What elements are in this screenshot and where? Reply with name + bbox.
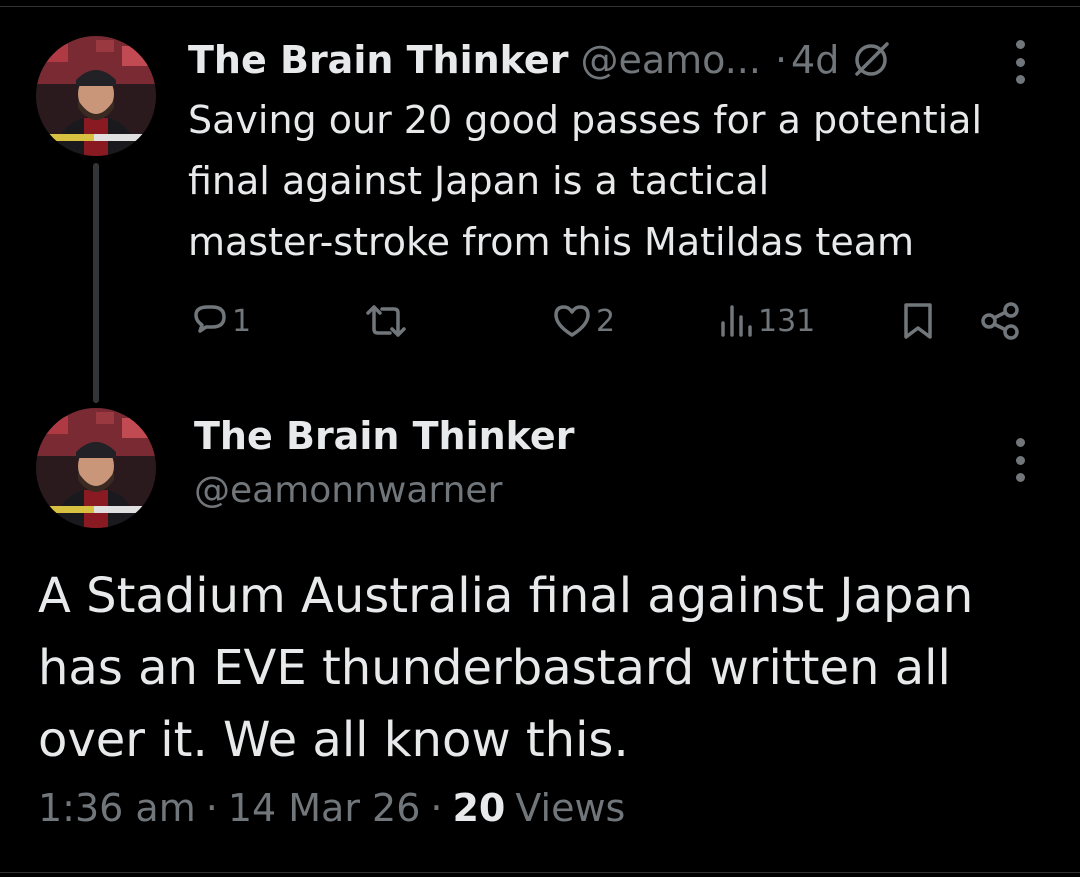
more-icon[interactable] [1014,438,1026,482]
separator-dot: · [774,38,788,82]
share-icon [981,302,1019,340]
tweet-time[interactable]: 1:36 am [38,786,196,830]
bookmark-button[interactable] [898,298,938,344]
grok-icon[interactable] [851,40,891,80]
reply-button[interactable]: 1 [190,298,251,344]
views-label[interactable]: Views [515,786,625,830]
tweet-date[interactable]: 14 Mar 26 [228,786,421,830]
tweet-meta: 1:36 am · 14 Mar 26 · 20 Views [38,786,625,830]
share-button[interactable] [978,298,1022,344]
avatar[interactable] [36,408,156,528]
like-button[interactable]: 2 [550,298,615,344]
views-icon [721,305,752,337]
author-name[interactable]: The Brain Thinker [188,38,568,82]
reply-count: 1 [232,303,252,339]
reply-icon [194,305,226,333]
retweet-button[interactable] [362,298,412,344]
bottom-divider [0,872,1080,873]
separator-dot: · [205,786,218,830]
tweet-time[interactable]: 4d [791,38,839,82]
author-handle[interactable]: @eamo... [580,38,761,82]
views-count[interactable]: 20 [452,786,505,830]
retweet-icon [366,305,406,337]
avatar[interactable] [36,36,156,156]
reply-tweet-text: Saving our 20 good passes for a potentia… [188,98,983,264]
top-divider [0,0,1080,7]
more-icon[interactable] [1014,40,1026,84]
author-name[interactable]: The Brain Thinker [194,414,574,458]
views-count: 131 [758,303,816,339]
author-handle[interactable]: @eamonnwarner [194,470,502,511]
like-icon [554,305,590,337]
main-tweet-text: A Stadium Australia final against Japan … [38,568,974,768]
bookmark-icon [904,303,932,339]
separator-dot: · [430,786,443,830]
views-button[interactable]: 131 [716,298,815,344]
thread-line [93,163,99,403]
like-count: 2 [596,303,616,339]
reply-tweet-header: The Brain Thinker @eamo... · 4d [188,34,1028,86]
